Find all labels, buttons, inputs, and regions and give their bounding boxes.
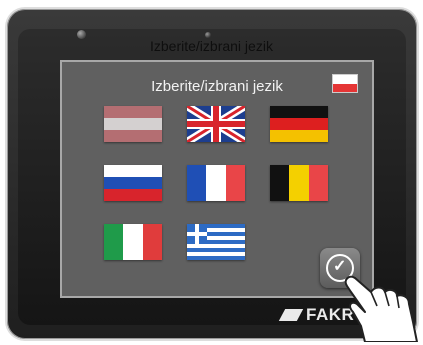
ghost-title: Izberite/izbrani jezik <box>150 38 273 54</box>
selected-language-flag <box>332 74 358 93</box>
flag-germany[interactable] <box>270 106 328 142</box>
selected-flag-stripe-bottom <box>333 83 357 92</box>
flag-italy[interactable] <box>104 224 162 260</box>
page-title: Izberite/izbrani jezik <box>151 78 283 95</box>
flag-belgium[interactable] <box>270 165 328 201</box>
camera-icon <box>77 30 86 39</box>
selected-flag-stripe-top <box>333 75 357 84</box>
flag-austria[interactable] <box>104 106 162 142</box>
flag-greece[interactable] <box>187 224 245 260</box>
flag-france[interactable] <box>187 165 245 201</box>
flag-russia[interactable] <box>104 165 162 201</box>
flag-united-kingdom[interactable] <box>187 106 245 142</box>
brand-mark-icon <box>278 309 304 321</box>
pointing-hand-icon <box>344 275 418 342</box>
